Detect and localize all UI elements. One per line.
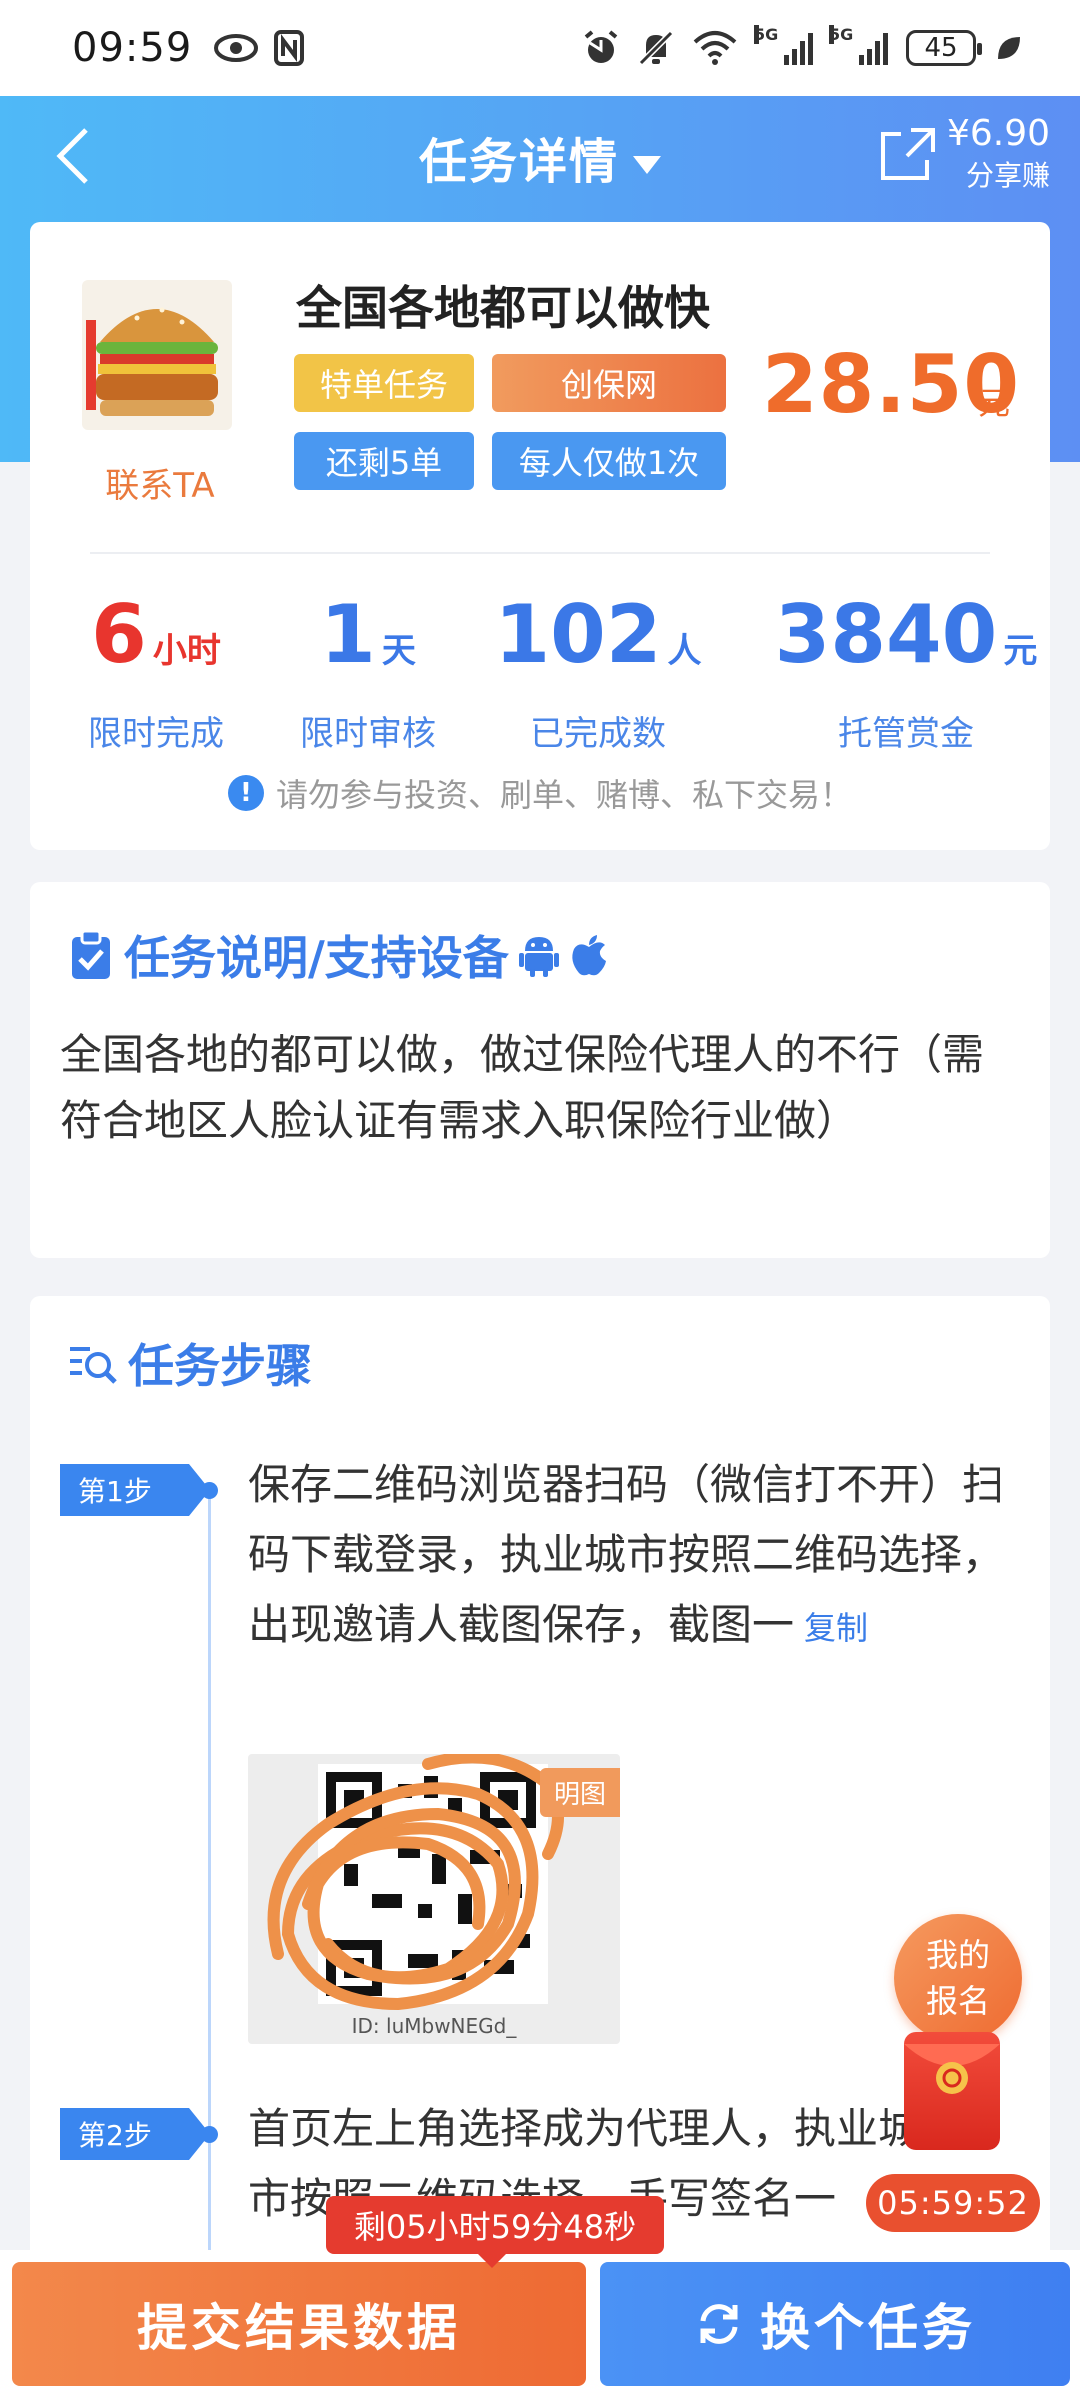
stat-value: 1 [320,588,376,681]
stat-unit: 人 [667,631,702,671]
apple-icon [572,935,606,976]
share-icon [880,128,935,180]
task-thumbnail [82,280,232,430]
list-search-icon [70,1347,117,1384]
tag-special-task: 特单任务 [294,354,474,412]
alarm-icon [584,30,618,63]
stat-review-limit: 1天 限时审核 [248,590,488,755]
refresh-icon [700,2304,738,2344]
tag-once-per-person: 每人仅做1次 [492,432,726,490]
remaining-time-bubble: 剩05小时59分48秒 [326,2196,664,2268]
my-signup-button[interactable]: 我的 报名 [894,1914,1022,2042]
stat-value: 3840 [774,588,998,681]
status-right-icons: 5G 5G 45 [582,25,1024,67]
stat-label: 限时审核 [300,714,436,754]
description-title: 任务说明/支持设备 [124,931,509,985]
caret-down-icon [633,156,661,174]
android-icon [518,937,559,977]
share-earn-button[interactable]: ¥6.90 分享赚 [877,114,1050,194]
qr-code-image[interactable]: 明图 ID: luMbwNEGd_ [248,1754,620,2044]
description-header: 任务说明/支持设备 [68,922,609,988]
stat-label: 限时完成 [88,714,224,754]
task-description-card: 任务说明/支持设备 全国各地的都可以做，做过保险代理人的不行（需符合地区人脸认证… [30,882,1050,1258]
mute-icon [638,30,674,66]
tag-platform: 创保网 [492,354,726,412]
warning-text: 请勿参与投资、刷单、赌博、私下交易！ [275,776,852,814]
stat-value: 6 [91,588,147,681]
step-dot [201,2126,218,2143]
signal-icon: 5G [829,25,888,65]
warning-notice: ! 请勿参与投资、刷单、赌博、私下交易！ [30,770,1050,816]
nav-bar: 任务详情 ¥6.90 分享赚 [0,96,1080,216]
battery-icon: 45 [906,30,982,66]
share-label: 分享赚 [965,159,1050,192]
leaf-icon [998,37,1020,59]
contact-button[interactable]: 联系TA [70,458,250,507]
reward-unit: 元 [978,384,1011,422]
status-left-icons [214,30,305,66]
red-packet-countdown: 05:59:52 [866,2174,1040,2232]
step-text-content: 保存二维码浏览器扫码（微信打不开）扫码下载登录，执业城市按照二维码选择，出现邀请… [248,1460,1005,1649]
stat-label: 托管赏金 [838,714,974,754]
stat-time-limit: 6 小时 限时完成 [36,590,276,755]
submit-result-label: 提交结果数据 [137,2299,461,2357]
step-text: 保存二维码浏览器扫码（微信打不开）扫码下载登录，执业城市按照二维码选择，出现邀请… [248,1450,1038,1663]
switch-task-button[interactable]: 换个任务 [600,2262,1070,2386]
page-title: 任务详情 [418,134,619,190]
switch-task-label: 换个任务 [760,2299,976,2357]
stat-value: 102 [494,588,662,681]
stat-label: 已完成数 [530,714,666,754]
my-signup-line2: 报名 [925,1982,990,2020]
red-packet-icon[interactable] [904,2032,1000,2150]
task-summary-card: 联系TA 全国各地都可以做快 特单任务 创保网 还剩5单 每人仅做1次 28.5… [30,222,1050,850]
copy-link[interactable]: 复制 [804,1609,868,1647]
eye-icon [214,34,259,62]
step-badge: 第1步 [60,1464,210,1516]
steps-title: 任务步骤 [128,1339,312,1393]
signal-icon: 5G [754,25,813,65]
stat-escrow-reward: 3840 元 托管赏金 [766,590,1046,755]
steps-header: 任务步骤 [68,1330,312,1396]
wifi-icon [693,31,737,65]
share-amount: ¥6.90 [946,113,1050,154]
nfc-icon [274,30,305,66]
status-time: 09:59 [72,25,193,71]
my-signup-line1: 我的 [925,1936,990,1974]
exclamation-icon: ! [227,775,264,811]
tag-remaining: 还剩5单 [294,432,474,490]
qr-id-label: ID: luMbwNEGd_ [351,2014,517,2038]
stat-unit: 小时 [152,631,221,671]
submit-result-button[interactable]: 提交结果数据 [12,2262,586,2386]
qr-example-tag: 明图 [539,1768,620,1817]
status-bar: 09:59 5G 5G 45 [0,0,1080,96]
stat-unit: 天 [381,631,416,671]
step-badge: 第2步 [60,2108,210,2160]
step-dot [201,1482,218,1499]
stat-completed-count: 102 人 已完成数 [478,590,718,755]
task-title: 全国各地都可以做快 [296,281,710,335]
divider [90,552,990,554]
description-text: 全国各地的都可以做，做过保险代理人的不行（需符合地区人脸认证有需求入职保险行业做… [60,1030,985,1145]
stat-unit: 元 [1003,631,1038,671]
clipboard-check-icon [72,929,110,979]
